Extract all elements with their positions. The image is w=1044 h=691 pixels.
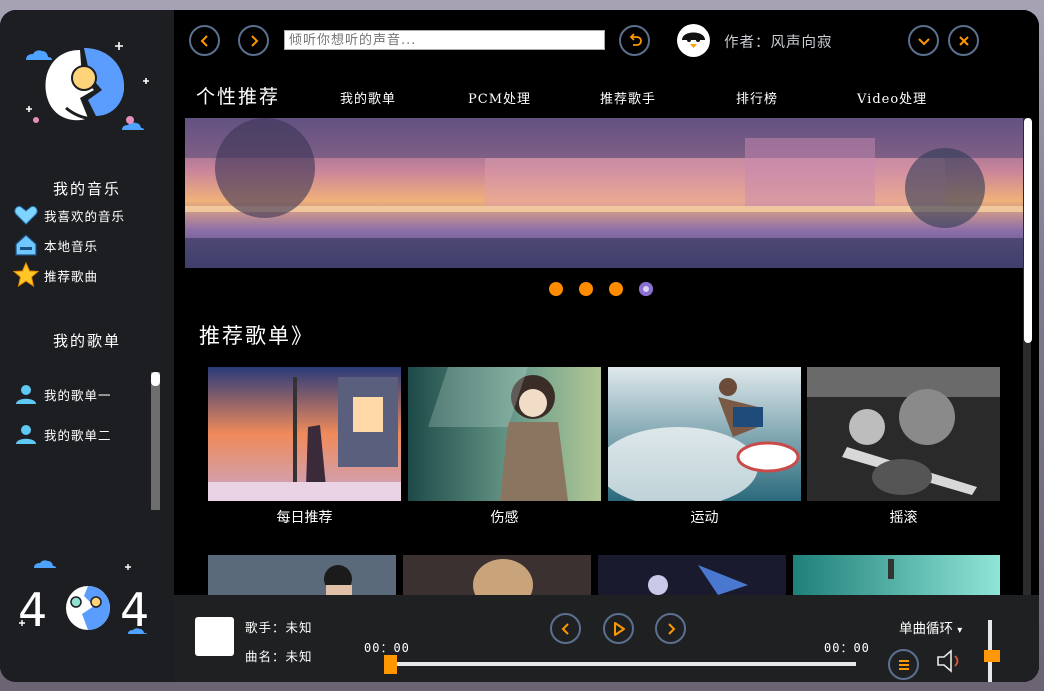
sidebar-scrollbar-thumb[interactable] <box>151 372 160 386</box>
progress-handle[interactable] <box>384 655 397 674</box>
user-icon <box>12 381 40 407</box>
refresh-button[interactable] <box>619 25 650 56</box>
tab-charts[interactable]: 排行榜 <box>736 88 778 107</box>
card-image <box>807 367 1000 501</box>
loop-mode-select[interactable]: 单曲循环 ▾ <box>899 617 962 637</box>
card-image <box>608 367 801 501</box>
tab-recommended-singers[interactable]: 推荐歌手 <box>600 88 656 107</box>
playlist-card-sad[interactable] <box>408 367 601 501</box>
back-button[interactable] <box>189 25 220 56</box>
album-cover[interactable] <box>195 617 234 656</box>
undo-icon <box>629 32 642 46</box>
playlist-card-row2-3[interactable] <box>598 555 786 595</box>
sidebar-item-label: 本地音乐 <box>44 238 99 254</box>
playlist-card-sport[interactable] <box>608 367 801 501</box>
star-icon <box>12 262 40 288</box>
playlist-card-row2-1[interactable] <box>208 555 396 595</box>
author-label: 作者：风声向寂 <box>724 35 833 51</box>
user-icon <box>12 421 40 447</box>
card-label: 运动 <box>690 510 719 526</box>
volume-icon[interactable] <box>936 649 966 673</box>
recommend-section-title[interactable]: 推荐歌单》 <box>199 320 314 350</box>
close-button[interactable] <box>948 25 979 56</box>
sidebar-scrollbar-track[interactable] <box>151 372 160 510</box>
sidebar-item-label: 推荐歌曲 <box>44 268 99 284</box>
card-image <box>208 367 401 501</box>
svg-text:4: 4 <box>120 583 149 637</box>
menu-icon <box>898 659 909 670</box>
svg-text:4: 4 <box>18 583 47 637</box>
card-image <box>208 555 396 595</box>
carousel-dot-4[interactable] <box>639 282 653 296</box>
main-scrollbar-thumb[interactable] <box>1024 118 1032 343</box>
singer-label: 歌手：未知 <box>245 620 313 635</box>
card-image <box>793 555 1000 595</box>
search-input[interactable] <box>284 30 605 50</box>
sidebar-item-recommended-songs[interactable]: 推荐歌曲 <box>12 262 98 288</box>
card-label: 摇滚 <box>889 510 918 526</box>
card-label: 伤感 <box>490 510 519 526</box>
tab-pcm[interactable]: PCM处理 <box>468 88 531 107</box>
song-label: 曲名：未知 <box>245 649 313 664</box>
minimize-button[interactable] <box>908 25 939 56</box>
app-logo <box>26 42 149 130</box>
card-image <box>598 555 786 595</box>
play-button[interactable] <box>603 613 634 644</box>
carousel-dot-3[interactable] <box>609 282 623 296</box>
playlist-button[interactable] <box>888 649 919 680</box>
sidebar-item-label: 我的歌单一 <box>44 387 112 403</box>
heart-icon <box>12 202 40 228</box>
penguin-avatar-icon <box>677 24 710 57</box>
playlist-card-row2-2[interactable] <box>403 555 591 595</box>
previous-button[interactable] <box>550 613 581 644</box>
sidebar-item-playlist-2[interactable]: 我的歌单二 <box>12 421 112 447</box>
banner-image <box>185 118 1023 268</box>
progress-bar[interactable] <box>384 662 856 666</box>
chevron-right-icon <box>667 622 675 635</box>
sidebar-item-local-music[interactable]: 本地音乐 <box>12 232 98 258</box>
player-bar: 歌手：未知 曲名：未知 00：00 00：00 单曲循环 ▾ <box>174 595 1039 682</box>
chevron-down-icon: ▾ <box>957 625 963 636</box>
close-icon <box>958 35 969 46</box>
volume-slider-handle[interactable] <box>984 650 1000 662</box>
forward-button[interactable] <box>238 25 269 56</box>
chevron-down-icon <box>917 37 930 45</box>
playlist-card-row2-4[interactable] <box>793 555 1000 595</box>
loop-mode-label: 单曲循环 <box>899 621 953 637</box>
card-image <box>408 367 601 501</box>
carousel-dot-2[interactable] <box>579 282 593 296</box>
card-label: 每日推荐 <box>276 510 333 526</box>
sidebar: 我的音乐 我喜欢的音乐 本地音乐 推荐歌曲 我的歌单 我的歌单一 我的歌单二 4… <box>0 10 174 682</box>
tab-personal-recommend[interactable]: 个性推荐 <box>196 82 280 109</box>
avatar[interactable] <box>677 24 710 57</box>
my-playlists-title: 我的歌单 <box>52 332 121 350</box>
time-total: 00：00 <box>824 641 870 655</box>
banner-carousel[interactable] <box>185 118 1023 268</box>
sidebar-item-label: 我的歌单二 <box>44 427 112 443</box>
playlist-card-rock[interactable] <box>807 367 1000 501</box>
play-icon <box>613 621 625 636</box>
my-music-title: 我的音乐 <box>52 180 121 198</box>
card-image <box>403 555 591 595</box>
time-current: 00：00 <box>364 641 410 655</box>
home-icon <box>12 232 40 258</box>
chevron-left-icon <box>200 34 208 47</box>
carousel-dot-1[interactable] <box>549 282 563 296</box>
sidebar-item-liked-music[interactable]: 我喜欢的音乐 <box>12 202 125 228</box>
next-button[interactable] <box>655 613 686 644</box>
chevron-right-icon <box>250 34 258 47</box>
tab-my-playlists[interactable]: 我的歌单 <box>340 88 396 107</box>
logo-404: 4 4 <box>18 560 149 637</box>
music-app-window: 我的音乐 我喜欢的音乐 本地音乐 推荐歌曲 我的歌单 我的歌单一 我的歌单二 4… <box>0 10 1039 682</box>
chevron-left-icon <box>561 622 569 635</box>
playlist-card-daily[interactable] <box>208 367 401 501</box>
sidebar-item-playlist-1[interactable]: 我的歌单一 <box>12 381 112 407</box>
main-panel: 作者：风声向寂 个性推荐 我的歌单 PCM处理 推荐歌手 排行榜 Video处理 <box>174 10 1039 682</box>
tab-video[interactable]: Video处理 <box>857 88 927 107</box>
sidebar-item-label: 我喜欢的音乐 <box>44 208 126 224</box>
